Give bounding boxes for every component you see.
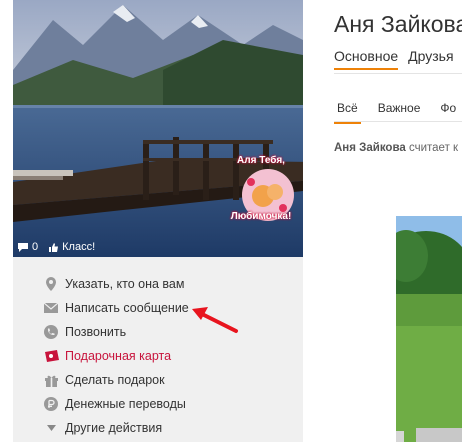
avatar-stats: 0 Класс! xyxy=(17,241,95,253)
profile-actions-menu: Указать, кто она вам Написать сообщение … xyxy=(43,272,303,440)
menu-item-label: Подарочная карта xyxy=(65,349,172,363)
gift-icon xyxy=(44,375,58,387)
menu-item-label: Сделать подарок xyxy=(65,373,165,387)
menu-item-money-transfer[interactable]: Денежные переводы xyxy=(43,392,303,416)
tabs-divider xyxy=(334,73,462,74)
menu-item-label: Позвонить xyxy=(65,325,127,339)
feed-author-link[interactable]: Аня Зайкова xyxy=(334,142,406,154)
comments-count: 0 xyxy=(32,241,39,253)
comment-icon xyxy=(18,242,28,252)
tab-friends[interactable]: Друзья xyxy=(408,48,453,70)
menu-item-gift-card[interactable]: Подарочная карта xyxy=(43,344,303,368)
park-photo xyxy=(396,216,462,442)
envelope-icon xyxy=(44,303,58,313)
ruble-icon xyxy=(44,397,58,411)
menu-item-call[interactable]: Позвонить xyxy=(43,320,303,344)
tab-main[interactable]: Основное xyxy=(334,48,399,70)
menu-item-relationship[interactable]: Указать, кто она вам xyxy=(43,272,303,296)
menu-item-label: Написать сообщение xyxy=(65,301,189,315)
menu-item-label: Другие действия xyxy=(65,421,163,435)
right-column: Аня Зайкова Основное Друзья Всё Важное Ф… xyxy=(334,0,462,442)
thumbs-up-icon xyxy=(49,242,59,252)
class-button[interactable]: Класс! xyxy=(48,241,95,253)
profile-avatar-photo[interactable]: Аля Тебя, Любимочка! 0 Класс! xyxy=(13,0,303,257)
red-arrow-annotation xyxy=(192,307,238,333)
sticker-caption-top: Аля Тебя, xyxy=(237,155,285,166)
gift-card-icon xyxy=(45,350,59,362)
profile-tabs: Основное Друзья xyxy=(334,48,454,70)
menu-item-send-gift[interactable]: Сделать подарок xyxy=(43,368,303,392)
class-label: Класс! xyxy=(62,241,96,253)
subtabs-divider xyxy=(334,121,462,122)
sticker-caption-bottom: Любимочка! xyxy=(230,211,292,222)
pin-icon xyxy=(46,277,56,291)
menu-item-label: Денежные переводы xyxy=(65,397,186,411)
menu-item-write-message[interactable]: Написать сообщение xyxy=(43,296,303,320)
menu-item-label: Указать, кто она вам xyxy=(65,277,185,291)
feed-item-header: Аня Зайкова считает к xyxy=(334,142,458,154)
feed-item-text: считает к xyxy=(408,142,459,154)
feed-photo[interactable] xyxy=(396,216,462,442)
menu-item-other-actions[interactable]: Другие действия xyxy=(43,416,303,440)
left-column: Аля Тебя, Любимочка! 0 Класс! Указать, к… xyxy=(13,0,303,442)
triangle-down-icon xyxy=(46,425,56,431)
profile-name: Аня Зайкова xyxy=(334,11,462,37)
comments-counter[interactable]: 0 xyxy=(17,241,38,253)
phone-icon xyxy=(44,325,58,339)
